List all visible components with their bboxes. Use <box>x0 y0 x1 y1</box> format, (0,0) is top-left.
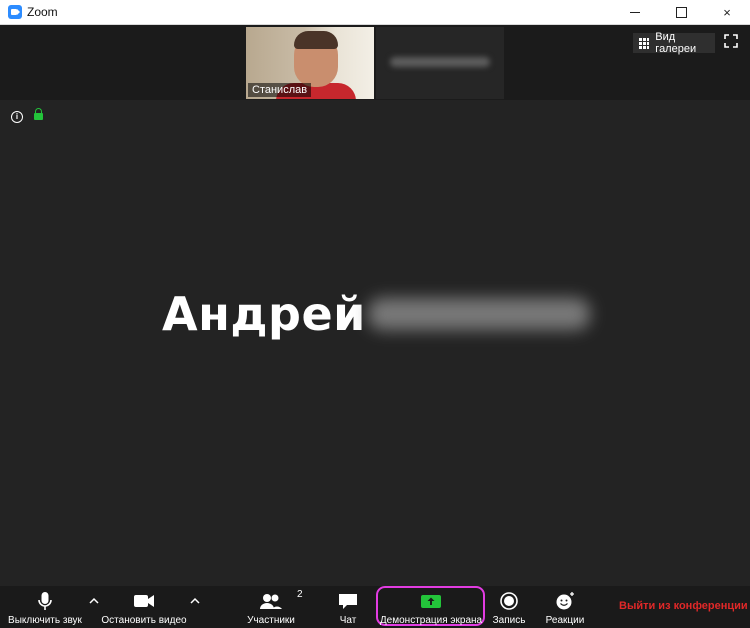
microphone-icon <box>38 592 52 610</box>
share-screen-icon-wrap <box>417 590 445 612</box>
close-button[interactable]: × <box>704 0 750 24</box>
chat-label: Чат <box>339 615 357 626</box>
participants-icon <box>260 594 282 609</box>
mute-label: Выключить звук <box>8 615 82 626</box>
chat-button[interactable]: Чат <box>331 586 365 628</box>
window-title: Zoom <box>27 5 58 19</box>
share-screen-label: Демонстрация экрана <box>379 615 483 626</box>
self-name-label: Станислав <box>248 83 312 97</box>
participants-button[interactable]: 2 Участники <box>243 586 303 628</box>
close-icon: × <box>723 4 731 20</box>
record-button[interactable]: Запись <box>492 586 526 628</box>
lock-icon[interactable] <box>34 108 43 120</box>
record-label: Запись <box>492 615 526 626</box>
record-icon <box>500 592 518 610</box>
reactions-label: Реакции <box>545 615 585 626</box>
participants-label: Участники <box>247 615 295 626</box>
stop-video-label: Остановить видео <box>101 615 187 626</box>
chevron-up-icon[interactable] <box>190 596 200 606</box>
reactions-icon <box>556 592 574 610</box>
maximize-icon <box>675 6 687 18</box>
chevron-up-icon[interactable] <box>89 596 99 606</box>
share-screen-button[interactable]: Демонстрация экрана <box>380 586 482 628</box>
blurred-participant-name <box>390 57 490 67</box>
reactions-button[interactable]: Реакции <box>544 586 586 628</box>
stop-video-button[interactable]: Остановить видео <box>101 586 187 628</box>
title-bar: Zoom × <box>0 0 750 25</box>
active-speaker-area: i Андрей <box>0 100 750 586</box>
video-person-hair <box>294 31 338 49</box>
participants-icon-wrap: 2 <box>257 589 303 612</box>
zoom-app-icon <box>8 5 22 19</box>
fullscreen-icon[interactable] <box>724 34 738 48</box>
blurred-speaker-surname <box>368 298 590 330</box>
share-screen-icon <box>421 595 441 608</box>
meeting-toolbar: Выключить звук Остановить видео 2 Участн… <box>0 586 750 628</box>
participant-strip: Станислав Вид галереи <box>0 25 750 100</box>
gallery-view-button[interactable]: Вид галереи <box>633 31 715 55</box>
grid-icon <box>639 37 650 49</box>
info-icon[interactable]: i <box>11 111 23 123</box>
other-participant-tile[interactable] <box>376 27 504 99</box>
zoom-window: Zoom × Станислав Вид галереи i Андрей Вы… <box>0 0 750 628</box>
gallery-view-label: Вид галереи <box>655 31 697 55</box>
speaker-name: Андрей <box>162 287 366 341</box>
chat-icon <box>339 594 357 609</box>
camera-icon <box>134 595 154 607</box>
maximize-button[interactable] <box>658 0 704 24</box>
leave-meeting-button[interactable]: Выйти из конференции <box>619 600 748 612</box>
minimize-icon <box>630 11 640 13</box>
minimize-button[interactable] <box>612 0 658 24</box>
mute-button[interactable]: Выключить звук <box>4 586 86 628</box>
participants-count: 2 <box>297 589 303 600</box>
self-video-tile[interactable]: Станислав <box>246 27 374 99</box>
